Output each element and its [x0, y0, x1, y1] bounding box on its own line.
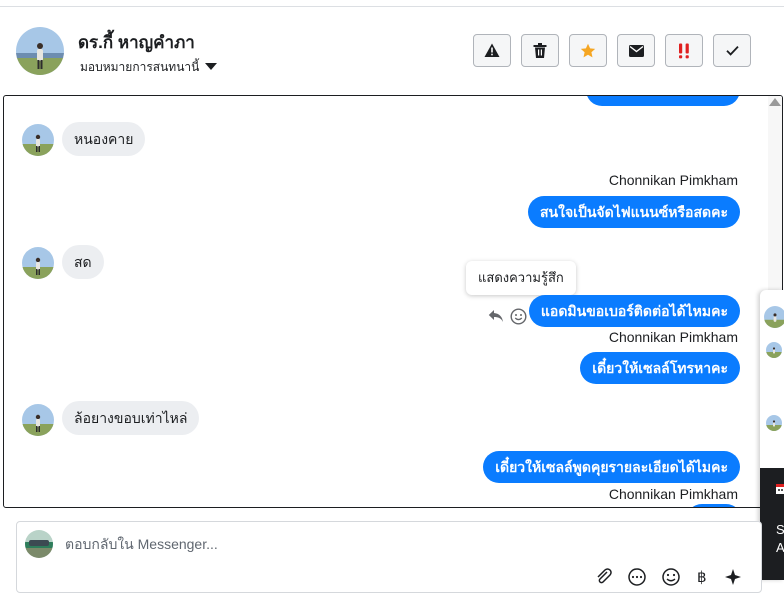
notification-popup[interactable]: S A: [760, 468, 784, 580]
caret-down-icon: [205, 63, 218, 70]
paperclip-icon[interactable]: [595, 568, 613, 586]
notification-text-1: S: [776, 522, 784, 537]
mark-done-button[interactable]: [713, 34, 751, 67]
delete-button[interactable]: [521, 34, 559, 67]
reply-icon[interactable]: [488, 309, 504, 323]
message-bubble-out[interactable]: สนใจเป็นจัดไฟแนนซ์หรือสดคะ: [528, 196, 740, 228]
star-icon: [580, 43, 596, 57]
sender-name: Chonnikan Pimkham: [608, 329, 738, 345]
envelope-icon: [628, 44, 644, 57]
checkmark-icon: [725, 45, 739, 56]
mark-unread-button[interactable]: [617, 34, 655, 67]
chat-head-avatar[interactable]: [766, 415, 782, 431]
saved-reply-icon[interactable]: [627, 568, 647, 586]
warning-icon: [484, 43, 500, 57]
message-bubble-in[interactable]: ล้อยางขอบเท่าไหล่: [62, 401, 200, 435]
message-thread[interactable]: หนองคาย Chonnikan Pimkham สนใจเป็นจัดไฟแ…: [3, 95, 783, 508]
contact-avatar-small: [22, 247, 54, 279]
assign-label: มอบหมายการสนทนานี้: [80, 60, 200, 74]
mark-spam-button[interactable]: [473, 34, 511, 67]
payment-icon[interactable]: ฿: [695, 568, 709, 586]
react-tooltip: แสดงความรู้สึก: [466, 261, 576, 295]
contact-avatar-small: [22, 404, 54, 436]
contact-name[interactable]: ดร.กี้ หาญคำภา: [78, 29, 195, 56]
message-bubble-in[interactable]: สด: [62, 245, 104, 279]
message-bubble-out[interactable]: เดี๋ยวให้เซลล์โทรหาคะ: [580, 352, 740, 384]
sparkle-icon[interactable]: [723, 568, 743, 586]
message-bubble-in[interactable]: หนองคาย: [62, 122, 146, 156]
message-bubble-partial[interactable]: [586, 96, 740, 106]
message-bubble-out[interactable]: แอดมินขอเบอร์ติดต่อได้ไหมคะ: [528, 295, 740, 327]
scroll-up-arrow-icon[interactable]: [769, 98, 781, 106]
contact-avatar-small: [22, 124, 54, 156]
assign-conversation-dropdown[interactable]: มอบหมายการสนทนานี้: [80, 58, 218, 77]
double-exclamation-icon: [679, 43, 689, 58]
page-avatar: [25, 530, 53, 558]
reply-composer: ฿: [16, 521, 762, 593]
calendar-icon: [776, 484, 784, 494]
svg-text:฿: ฿: [697, 569, 707, 586]
message-bubble-partial[interactable]: [686, 504, 742, 507]
sender-name: Chonnikan Pimkham: [608, 486, 738, 502]
chat-head-avatar[interactable]: [764, 306, 784, 328]
message-bubble-out[interactable]: เดี๋ยวให้เซลล์พูดคุยรายละเอียดได้ไมคะ: [483, 451, 740, 483]
message-actions: [488, 306, 527, 326]
contact-avatar[interactable]: [16, 27, 64, 75]
conversation-header: ดร.กี้ หาญคำภา มอบหมายการสนทนานี้: [0, 7, 784, 93]
trash-icon: [533, 43, 547, 58]
reply-input[interactable]: [65, 536, 665, 552]
sender-name: Chonnikan Pimkham: [608, 172, 738, 188]
chat-head-avatar[interactable]: [766, 342, 782, 358]
priority-button[interactable]: [665, 34, 703, 67]
chat-heads-panel[interactable]: S A: [760, 290, 784, 580]
emoji-react-icon[interactable]: [510, 307, 527, 325]
notification-text-2: A: [776, 540, 784, 555]
composer-tools: ฿: [595, 568, 743, 586]
emoji-icon[interactable]: [661, 568, 681, 586]
follow-up-button[interactable]: [569, 34, 607, 67]
